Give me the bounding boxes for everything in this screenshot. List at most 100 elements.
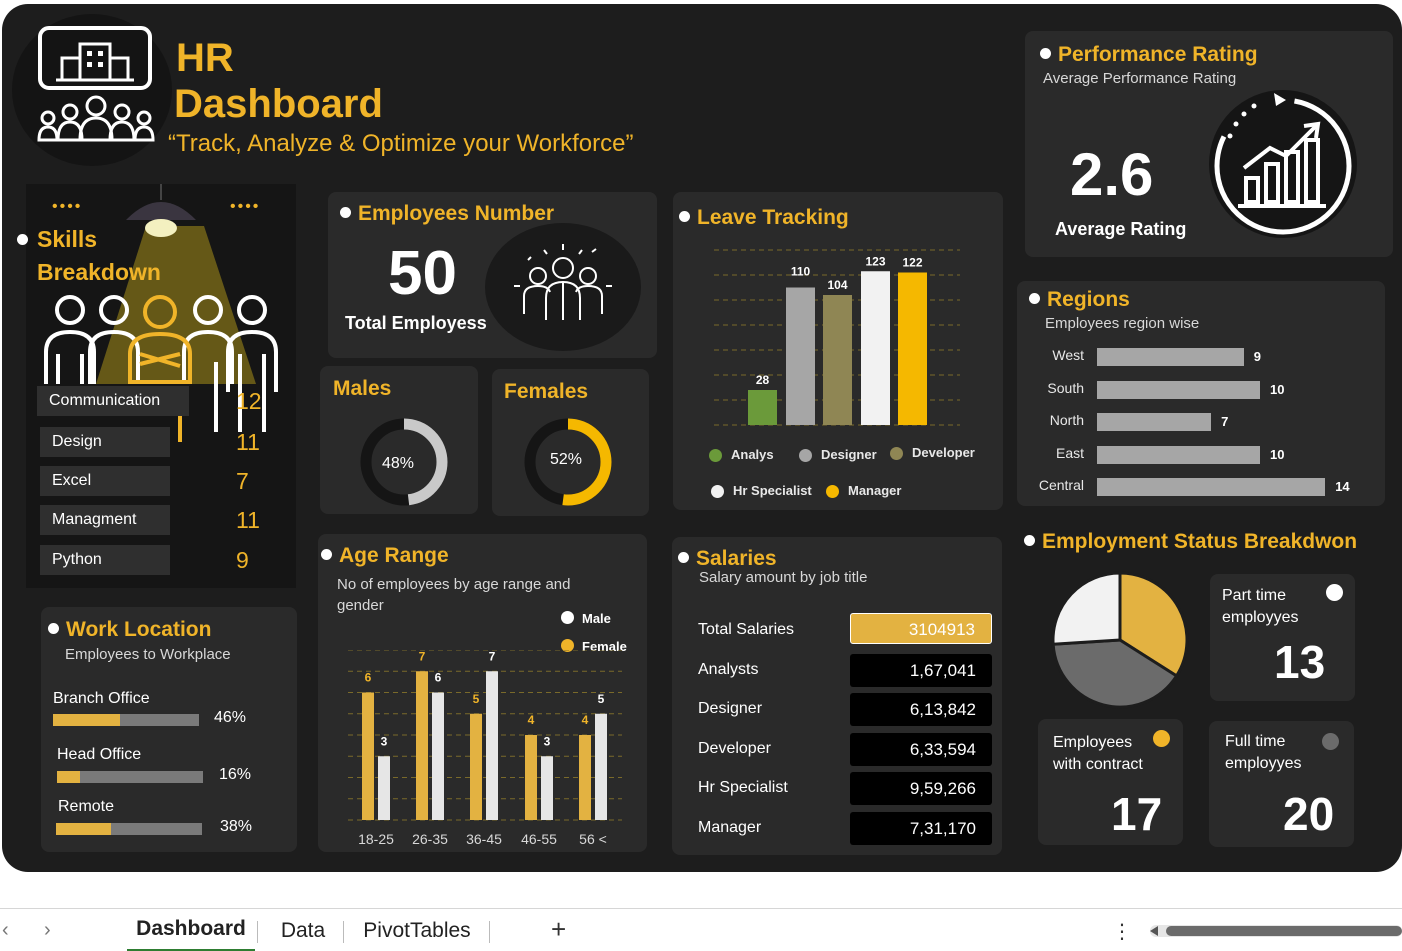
region-value-east: 10 — [1270, 447, 1285, 462]
males-title: Males — [333, 377, 392, 400]
skills-title-line1: Skills — [37, 226, 98, 252]
age-category-2: 36-45 — [466, 831, 502, 847]
dashboard-title-line1: HR — [176, 36, 234, 80]
performance-subtitle: Average Performance Rating — [1043, 70, 1237, 87]
region-label-west: West — [1052, 347, 1084, 363]
leave-legend-dot-4 — [826, 485, 839, 498]
age-bar-female-3 — [525, 735, 537, 820]
scroll-left-arrow-icon[interactable] — [1150, 926, 1158, 936]
leave-legend-label-2: Developer — [912, 445, 975, 460]
employees-label: Total Employess — [345, 313, 487, 333]
tab-separator — [489, 921, 490, 943]
sheet-tab-data[interactable]: Data — [262, 909, 344, 951]
region-value-south: 10 — [1270, 382, 1285, 397]
salary-value-3: 9,59,266 — [850, 772, 992, 805]
skill-python: Python — [40, 545, 170, 575]
excel-window: HR Dashboard “Track, Analyze & Optimize … — [0, 0, 1402, 951]
performance-label: Average Rating — [1055, 219, 1187, 239]
age-label-male-1: 6 — [435, 671, 442, 685]
leave-bar-label-4: 122 — [902, 256, 922, 270]
leave-legend-label-4: Manager — [848, 483, 902, 498]
leave-bar-label-0: 28 — [756, 373, 770, 387]
growth-chart-icon — [1209, 90, 1357, 238]
males-percent: 48% — [382, 455, 414, 472]
skills-title-dot — [17, 234, 28, 245]
age-legend-male: Male — [582, 611, 611, 626]
age-category-1: 26-35 — [412, 831, 448, 847]
salaries-subtitle: Salary amount by job title — [699, 569, 868, 586]
work-location-subtitle: Employees to Workplace — [65, 646, 231, 663]
region-value-central: 14 — [1335, 479, 1350, 494]
sheet-options-icon[interactable]: ⋮ — [1112, 919, 1132, 944]
leave-bar-3 — [861, 271, 890, 425]
age-category-3: 46-55 — [521, 831, 557, 847]
salary-value-1: 6,13,842 — [850, 693, 992, 726]
age-label-female-4: 4 — [582, 713, 589, 727]
region-bar-south — [1097, 381, 1260, 399]
region-label-east: East — [1055, 445, 1084, 461]
skill-value-excel: 7 — [236, 468, 249, 494]
age-legend-male-dot — [561, 611, 574, 624]
work-location-bar-fill-1 — [57, 771, 81, 783]
leave-legend-dot-2 — [890, 447, 903, 460]
age-bar-male-1 — [432, 692, 444, 820]
leave-legend-dot-3 — [711, 485, 724, 498]
age-subtitle: No of employees by age range and gender — [337, 576, 571, 614]
total-salaries-label: Total Salaries — [698, 621, 795, 638]
salary-label-0: Analysts — [698, 661, 759, 678]
full-time-dot — [1322, 733, 1339, 750]
regions-subtitle: Employees region wise — [1045, 315, 1200, 332]
scroll-left-icon[interactable]: ‹ — [2, 919, 9, 942]
sheet-tab-pivottables[interactable]: PivotTables — [345, 909, 489, 951]
salary-value-0: 1,67,041 — [850, 654, 992, 687]
work-location-bar-1 — [57, 771, 203, 783]
region-value-west: 9 — [1253, 349, 1261, 364]
employees-value: 50 — [388, 239, 457, 308]
age-label-male-3: 3 — [544, 734, 551, 748]
work-location-bar-fill-0 — [53, 714, 121, 726]
skill-value-managment: 11 — [236, 507, 260, 533]
leave-bar-label-1: 110 — [791, 265, 811, 279]
dashboard-tagline: “Track, Analyze & Optimize your Workforc… — [168, 130, 634, 157]
age-bar-female-1 — [416, 671, 428, 820]
work-location-bar-fill-2 — [56, 823, 112, 835]
age-label-male-0: 3 — [381, 734, 388, 748]
work-location-pct-2: 38% — [220, 818, 253, 835]
work-location-bar-2 — [56, 823, 202, 835]
scroll-right-icon[interactable]: › — [44, 919, 51, 942]
leave-bar-label-2: 104 — [827, 278, 847, 292]
scrollbar-thumb[interactable] — [1166, 926, 1402, 936]
leave-legend-label-1: Designer — [821, 447, 877, 462]
contract-value: 17 — [1111, 788, 1163, 840]
skill-value-python: 9 — [236, 547, 249, 573]
males-donut: 48% — [360, 418, 448, 506]
work-location-label-1: Head Office — [57, 746, 142, 763]
dashboard-title-line2: Dashboard — [174, 82, 383, 126]
sheet-tab-dashboard[interactable]: Dashboard — [127, 909, 255, 951]
employment-pie — [1051, 571, 1189, 709]
work-location-label-2: Remote — [58, 798, 115, 815]
skill-communication: Communication — [37, 386, 189, 416]
salary-label-3: Hr Specialist — [698, 779, 788, 796]
add-sheet-button[interactable]: + — [551, 914, 566, 945]
skill-value-design: 11 — [236, 429, 260, 455]
skill-design: Design — [40, 427, 170, 457]
age-bar-male-4 — [595, 713, 607, 820]
team-people-icon — [44, 295, 278, 442]
performance-title: Performance Rating — [1040, 43, 1258, 67]
salary-label-1: Designer — [698, 700, 763, 717]
leave-legend-label-0: Analys — [731, 447, 774, 462]
horizontal-scrollbar[interactable] — [1150, 925, 1402, 937]
age-title: Age Range — [321, 544, 449, 568]
age-label-female-1: 7 — [419, 650, 426, 663]
work-location-bar-0 — [53, 714, 199, 726]
contract-label: Employees with contract — [1053, 734, 1143, 773]
age-label-female-0: 6 — [365, 671, 372, 685]
skill-excel: Excel — [40, 466, 170, 496]
leave-legend-dot-0 — [709, 449, 722, 462]
region-bar-central — [1097, 478, 1326, 496]
salary-value-2: 6,33,594 — [850, 733, 992, 766]
region-label-central: Central — [1038, 477, 1084, 493]
tab-separator — [257, 921, 258, 943]
age-category-4: 56 < — [579, 831, 607, 847]
